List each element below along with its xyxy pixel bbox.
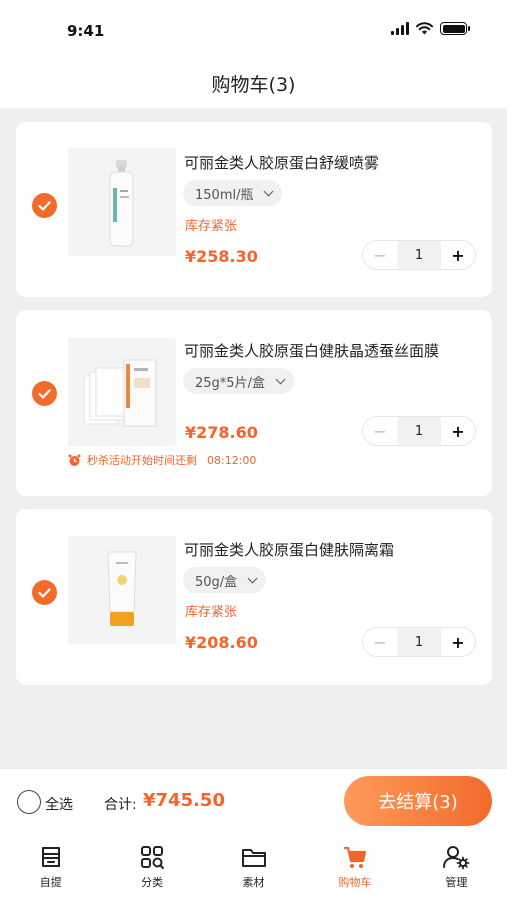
decrease-button[interactable]: − [363, 417, 397, 445]
decrease-button[interactable]: − [363, 628, 397, 656]
total-amount: ¥745.50 [143, 790, 225, 811]
select-all-checkbox[interactable] [17, 790, 41, 814]
category-grid-icon [141, 846, 165, 869]
stock-warning: 库存紧张 [185, 605, 238, 620]
page-title: 购物车(3) [211, 73, 296, 96]
checkmark-icon [38, 388, 51, 399]
checkmark-icon [38, 587, 51, 598]
checkout-button[interactable]: 去结算(3) [344, 776, 492, 826]
increase-button[interactable]: + [441, 241, 475, 269]
product-image[interactable] [68, 338, 176, 446]
item-price: ¥278.60 [185, 423, 258, 442]
item-checkbox[interactable] [32, 193, 57, 218]
tab-label: 素材 [242, 876, 265, 889]
wifi-icon [416, 22, 433, 35]
pickup-store-icon [41, 847, 60, 867]
face-mask-box-image [83, 359, 157, 427]
flash-sale-text: 秒杀活动开始时间还剩 [87, 454, 197, 467]
product-name[interactable]: 可丽金类人胶原蛋白健肤隔离霜 [184, 539, 394, 560]
status-time: 9:41 [67, 22, 105, 40]
chevron-down-icon [247, 573, 258, 583]
user-settings-icon [443, 846, 470, 870]
tab-cart[interactable]: 购物车 [304, 834, 405, 900]
spec-label: 50g/盒 [195, 574, 238, 590]
bottom-tab-bar: 自提 分类 素材 购物车 管理 [0, 834, 507, 900]
stock-warning: 库存紧张 [185, 219, 238, 234]
spray-bottle-image [109, 160, 134, 247]
item-checkbox[interactable] [32, 381, 57, 406]
item-price: ¥208.60 [185, 633, 258, 652]
product-image[interactable] [68, 536, 176, 644]
cart-item-card: 可丽金类人胶原蛋白舒缓喷雾 150ml/瓶 库存紧张 ¥258.30 − 1 + [16, 122, 492, 297]
select-all-label[interactable]: 全选 [45, 794, 73, 814]
tab-label: 管理 [445, 876, 468, 889]
tab-label: 分类 [141, 876, 164, 889]
product-name[interactable]: 可丽金类人胶原蛋白健肤晶透蚕丝面膜 [184, 340, 439, 361]
decrease-button[interactable]: − [363, 241, 397, 269]
tab-category[interactable]: 分类 [101, 834, 202, 900]
product-image[interactable] [68, 148, 176, 256]
increase-button[interactable]: + [441, 417, 475, 445]
chevron-down-icon [264, 186, 274, 196]
quantity-value[interactable]: 1 [397, 628, 441, 656]
signal-icon [391, 22, 409, 35]
cart-item-card: 可丽金类人胶原蛋白健肤晶透蚕丝面膜 25g*5片/盒 ¥278.60 − 1 +… [16, 310, 492, 496]
increase-button[interactable]: + [441, 628, 475, 656]
cart-item-card: 可丽金类人胶原蛋白健肤隔离霜 50g/盒 库存紧张 ¥208.60 − 1 + [16, 509, 492, 685]
tab-pickup[interactable]: 自提 [0, 834, 101, 900]
battery-icon [440, 22, 470, 35]
spec-label: 150ml/瓶 [195, 187, 254, 203]
page-header: 购物车(3) [0, 58, 507, 108]
quantity-value[interactable]: 1 [397, 417, 441, 445]
status-icons [391, 22, 470, 35]
checkmark-icon [38, 200, 51, 211]
sunscreen-tube-image [107, 551, 137, 626]
quantity-value[interactable]: 1 [397, 241, 441, 269]
tab-label: 购物车 [338, 876, 372, 889]
status-bar: 9:41 [0, 0, 507, 58]
item-price: ¥258.30 [185, 247, 258, 266]
quantity-stepper: − 1 + [362, 627, 476, 657]
item-checkbox[interactable] [32, 580, 57, 605]
alarm-clock-icon [68, 454, 81, 466]
spec-selector[interactable]: 25g*5片/盒 [183, 368, 294, 394]
spec-selector[interactable]: 50g/盒 [183, 567, 267, 593]
total-label: 合计: [104, 797, 137, 813]
checkout-bar: 全选 合计: ¥745.50 去结算(3) [0, 768, 507, 834]
tab-label: 自提 [39, 876, 62, 889]
flash-sale-notice: 秒杀活动开始时间还剩 08:12:00 [68, 452, 256, 468]
spec-selector[interactable]: 150ml/瓶 [183, 180, 283, 206]
quantity-stepper: − 1 + [362, 416, 476, 446]
flash-sale-countdown: 08:12:00 [207, 453, 257, 467]
quantity-stepper: − 1 + [362, 240, 476, 270]
tab-manage[interactable]: 管理 [406, 834, 507, 900]
tab-materials[interactable]: 素材 [203, 834, 304, 900]
folder-icon [241, 849, 266, 867]
spec-label: 25g*5片/盒 [195, 375, 265, 391]
cart-icon [343, 846, 367, 868]
product-name[interactable]: 可丽金类人胶原蛋白舒缓喷雾 [184, 152, 379, 173]
chevron-down-icon [275, 374, 286, 384]
